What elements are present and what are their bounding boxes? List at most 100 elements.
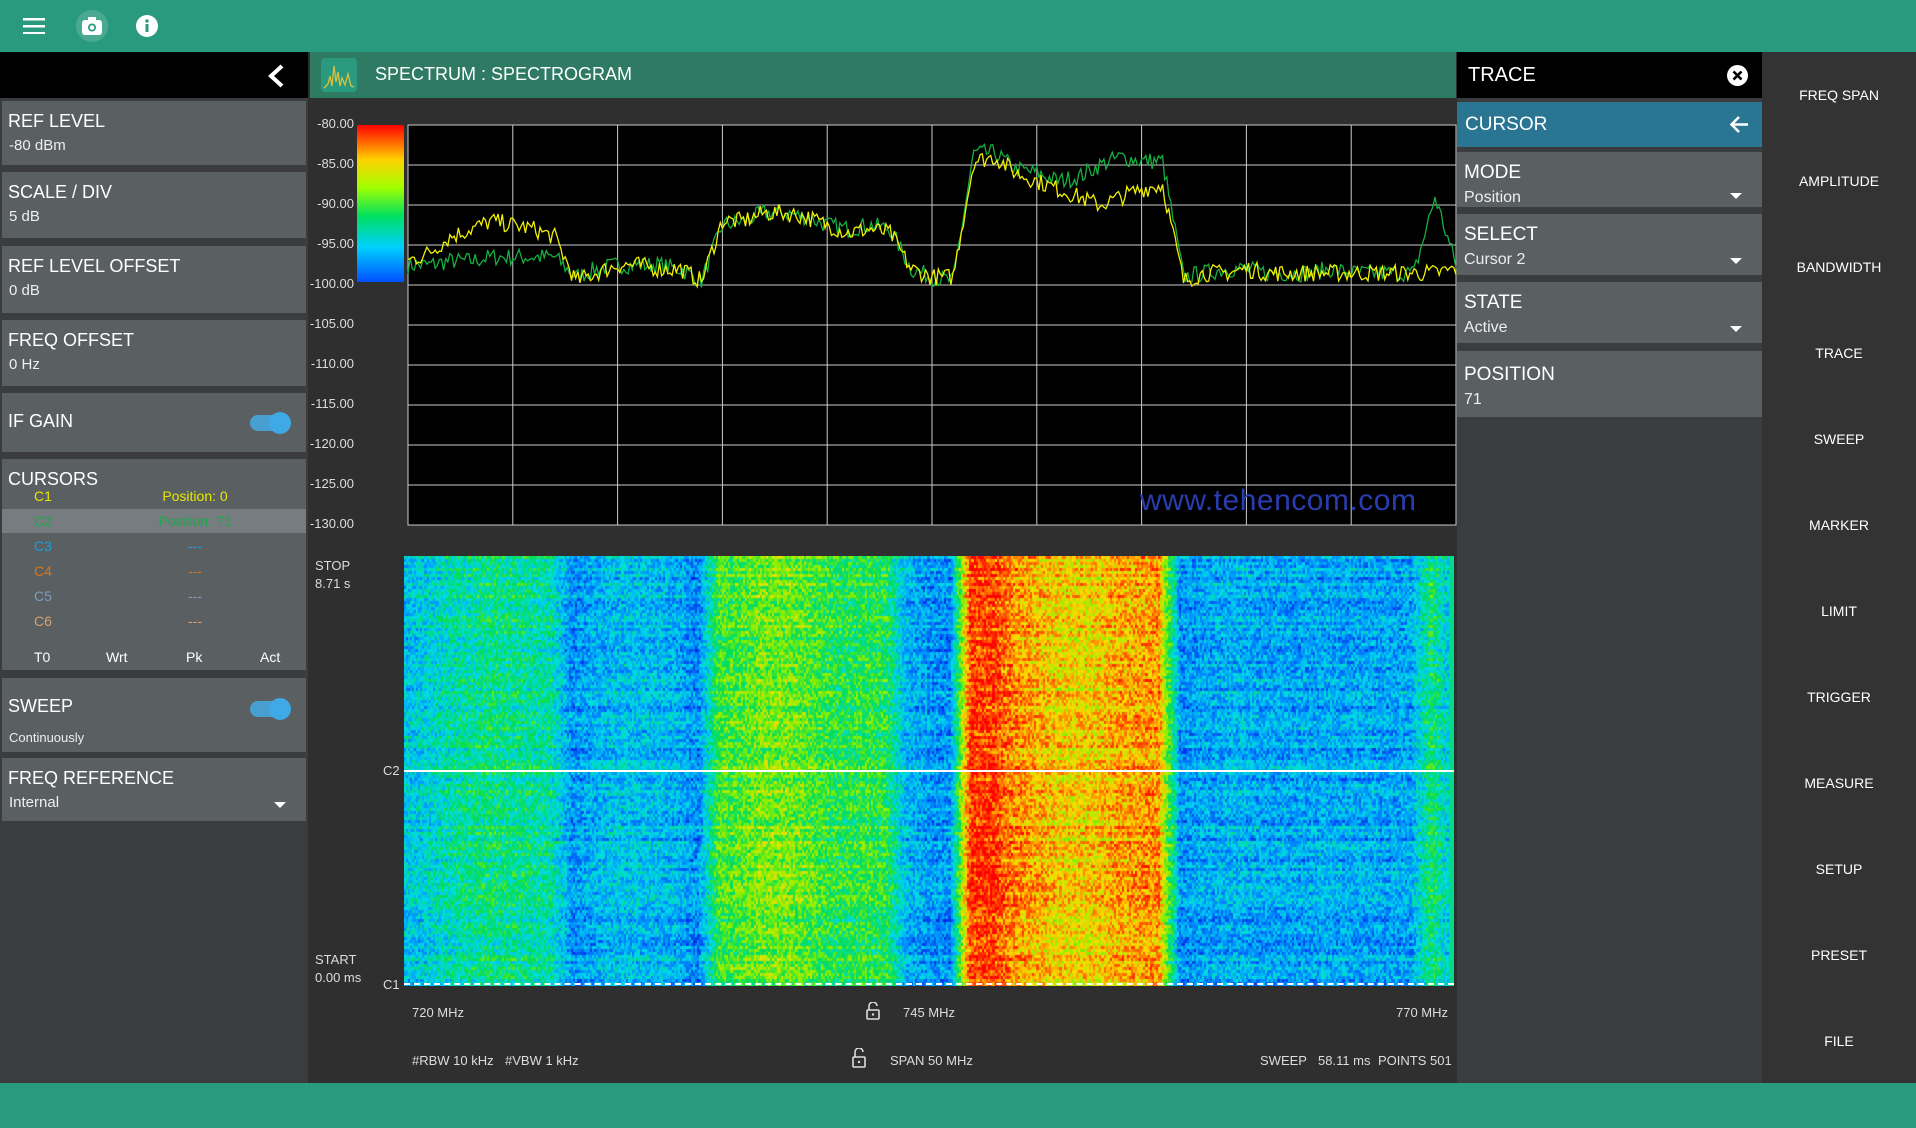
cursors-footer: T0 Wrt Pk Act xyxy=(2,645,306,669)
start-freq-label: 720 MHz xyxy=(412,1005,465,1020)
mode-field[interactable]: MODE Position xyxy=(1457,152,1762,207)
setting-label: REF LEVEL OFFSET xyxy=(8,256,181,276)
color-scale-bar xyxy=(357,125,404,282)
sweep-setting: SWEEP Continuously xyxy=(2,678,306,752)
freq-offset-setting[interactable]: FREQ OFFSET 0 Hz xyxy=(2,320,306,386)
spectrum-app-icon xyxy=(321,58,357,92)
stop-freq-label: 770 MHz xyxy=(1396,1005,1449,1020)
spectrum-trace-plot[interactable] xyxy=(407,123,1457,528)
menu-item-sweep[interactable]: SWEEP xyxy=(1762,431,1916,447)
menu-item-freq-span[interactable]: FREQ SPAN xyxy=(1762,87,1916,103)
back-arrow-icon[interactable] xyxy=(1729,115,1749,134)
y-tick-label: -105.00 xyxy=(309,316,354,331)
cursor-row-c1[interactable]: C1 Position: 0 xyxy=(2,484,306,508)
sweep-label: SWEEP xyxy=(1260,1053,1307,1068)
trace-panel: TRACE CURSOR MODE Position SELECT Cursor 2… xyxy=(1457,52,1762,1083)
ref-level-offset-setting[interactable]: REF LEVEL OFFSET 0 dB xyxy=(2,246,306,313)
start-label: START xyxy=(315,952,357,967)
center-freq-label[interactable]: 745 MHz xyxy=(903,1005,955,1020)
if-gain-setting: IF GAIN xyxy=(2,393,306,452)
menu-item-measure[interactable]: MEASURE xyxy=(1762,775,1916,791)
display-title: SPECTRUM : SPECTROGRAM xyxy=(375,64,633,84)
menu-item-trigger[interactable]: TRIGGER xyxy=(1762,689,1916,705)
position-field[interactable]: POSITION 71 xyxy=(1457,351,1762,417)
vbw-label[interactable]: #VBW 1 kHz xyxy=(505,1053,579,1068)
menu-item-file[interactable]: FILE xyxy=(1762,1033,1916,1049)
freq-reference-setting[interactable]: FREQ REFERENCE Internal xyxy=(2,758,306,821)
footer-pk[interactable]: Pk xyxy=(186,649,202,665)
lock-open-icon[interactable] xyxy=(852,1048,866,1068)
setting-value: Internal xyxy=(9,794,60,811)
collapse-chevron-icon[interactable] xyxy=(266,64,286,88)
trace-panel-header: TRACE xyxy=(1457,52,1762,98)
trace-title: TRACE xyxy=(1468,64,1536,86)
setting-value: -80 dBm xyxy=(9,137,66,154)
footer-act[interactable]: Act xyxy=(260,649,280,665)
start-value: 0.00 ms xyxy=(315,970,362,985)
setting-label: FREQ REFERENCE xyxy=(8,768,175,788)
field-value: 71 xyxy=(1464,391,1482,408)
settings-panel: REF LEVEL -80 dBm SCALE / DIV 5 dB REF LEV… xyxy=(0,52,308,1083)
menu-item-bandwidth[interactable]: BANDWIDTH xyxy=(1762,259,1916,275)
cursors-box: CURSORS C1 Position: 0 C2 Position: 71 C3 ---… xyxy=(2,459,306,670)
setting-value: 5 dB xyxy=(9,208,40,225)
state-field[interactable]: STATE Active xyxy=(1457,282,1762,343)
scale-div-setting[interactable]: SCALE / DIV 5 dB xyxy=(2,172,306,238)
points-label: POINTS 501 xyxy=(1378,1053,1452,1068)
y-tick-label: -80.00 xyxy=(317,116,354,131)
setting-label: FREQ OFFSET xyxy=(8,330,134,350)
setting-label: SWEEP xyxy=(8,696,74,716)
field-label: MODE xyxy=(1464,162,1521,183)
menu-item-preset[interactable]: PRESET xyxy=(1762,947,1916,963)
close-icon[interactable] xyxy=(1727,65,1748,86)
dropdown-caret-icon xyxy=(1730,258,1742,264)
footer-t0[interactable]: T0 xyxy=(34,649,50,665)
watermark: www.tehencom.com xyxy=(1140,484,1417,517)
cursor-row-c4[interactable]: C4 --- xyxy=(2,559,306,583)
field-value: Cursor 2 xyxy=(1464,251,1526,268)
top-bar xyxy=(0,0,1916,52)
y-tick-label: -115.00 xyxy=(310,396,354,411)
setting-value: 0 Hz xyxy=(9,356,40,373)
panel-header xyxy=(0,52,308,98)
dropdown-caret-icon xyxy=(1730,193,1742,199)
rbw-label[interactable]: #RBW 10 kHz xyxy=(412,1053,494,1068)
info-icon[interactable] xyxy=(131,10,163,42)
menu-item-limit[interactable]: LIMIT xyxy=(1762,603,1916,619)
menu-item-amplitude[interactable]: AMPLITUDE xyxy=(1762,173,1916,189)
dropdown-caret-icon xyxy=(1730,326,1742,332)
lock-open-icon[interactable] xyxy=(866,1002,880,1020)
camera-icon[interactable] xyxy=(76,10,108,42)
sweep-toggle[interactable] xyxy=(250,698,291,720)
cursor-row-c3[interactable]: C3 --- xyxy=(2,534,306,558)
cursor-row-c5[interactable]: C5 --- xyxy=(2,584,306,608)
ref-level-setting[interactable]: REF LEVEL -80 dBm xyxy=(2,101,306,165)
y-tick-label: -125.00 xyxy=(309,476,354,491)
cursor-c2-line[interactable] xyxy=(404,770,1454,772)
menu-item-marker[interactable]: MARKER xyxy=(1762,517,1916,533)
cursor-row-c2[interactable]: C2 Position: 71 xyxy=(2,509,306,533)
field-label: SELECT xyxy=(1464,224,1538,245)
y-tick-label: -95.00 xyxy=(317,236,354,251)
cursor-submenu-header: CURSOR xyxy=(1457,102,1762,147)
dropdown-caret-icon xyxy=(274,802,286,808)
cursor-c2-label: C2 xyxy=(383,763,400,778)
menu-item-setup[interactable]: SETUP xyxy=(1762,861,1916,877)
y-tick-label: -130.00 xyxy=(309,516,354,531)
setting-value: Continuously xyxy=(9,730,85,745)
select-field[interactable]: SELECT Cursor 2 xyxy=(1457,214,1762,275)
cursor-title: CURSOR xyxy=(1465,114,1548,135)
y-tick-label: -90.00 xyxy=(317,196,354,211)
footer-wrt[interactable]: Wrt xyxy=(106,649,128,665)
menu-item-trace[interactable]: TRACE xyxy=(1762,345,1916,361)
bottom-bar xyxy=(0,1083,1916,1128)
y-tick-label: -100.00 xyxy=(309,276,354,291)
span-label[interactable]: SPAN 50 MHz xyxy=(890,1053,973,1068)
field-label: STATE xyxy=(1464,292,1523,313)
cursor-c1-label: C1 xyxy=(383,977,400,992)
cursor-c1-line[interactable] xyxy=(404,983,1454,985)
cursor-row-c6[interactable]: C6 --- xyxy=(2,609,306,633)
if-gain-toggle[interactable] xyxy=(250,412,291,434)
setting-value: 0 dB xyxy=(9,282,40,299)
menu-icon[interactable] xyxy=(18,10,50,42)
